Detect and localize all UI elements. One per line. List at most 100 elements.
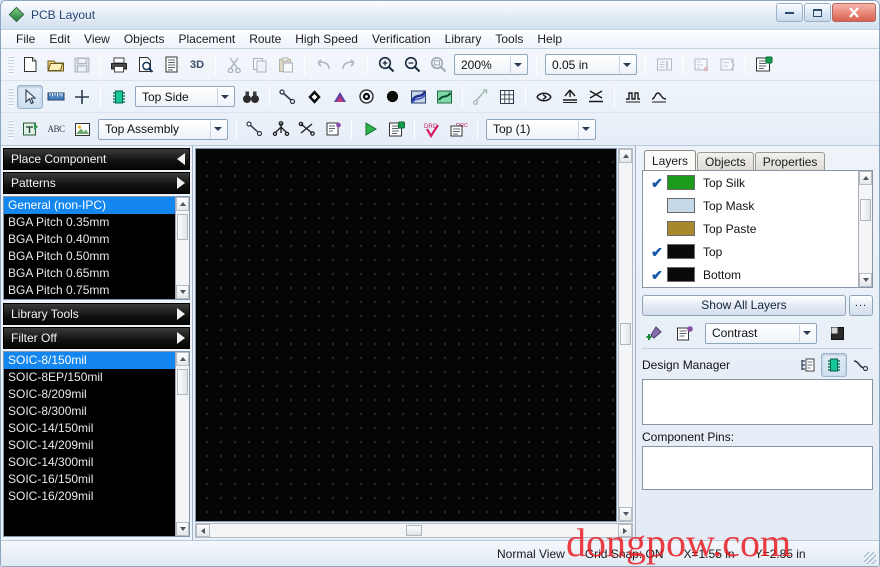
paste-button[interactable]	[273, 53, 299, 77]
net-tree-button[interactable]	[795, 353, 821, 377]
pad-tool-button[interactable]	[327, 85, 353, 109]
layers-listbox[interactable]: ✔ Top Silk Top Mask Top Paste ✔ Top ✔ Bo…	[642, 170, 873, 288]
table-row[interactable]: ✔ Bottom	[643, 263, 858, 286]
scroll-thumb[interactable]	[405, 525, 422, 536]
list-item[interactable]: SOIC-14/300mil	[4, 454, 175, 471]
expand-right-arrow-icon[interactable]	[177, 308, 185, 320]
layer-visible-checkbox[interactable]: ✔	[647, 245, 667, 259]
scroll-right-button[interactable]	[618, 524, 632, 537]
tuning-button[interactable]	[620, 85, 646, 109]
layer-color-swatch[interactable]	[667, 267, 695, 282]
delay-button[interactable]	[646, 85, 672, 109]
layer-options-button[interactable]: ...	[849, 294, 873, 316]
plane-tool-button[interactable]	[431, 85, 457, 109]
ruler-tool-button[interactable]	[43, 85, 69, 109]
layer-properties-button[interactable]	[672, 321, 698, 345]
design-rules-button[interactable]	[751, 53, 777, 77]
layers-scrollbar[interactable]	[858, 171, 872, 287]
align-button[interactable]	[557, 85, 583, 109]
layer-color-swatch[interactable]	[667, 244, 695, 259]
new-file-button[interactable]	[17, 53, 43, 77]
scroll-left-button[interactable]	[196, 524, 210, 537]
zoom-out-button[interactable]	[399, 53, 425, 77]
3d-view-button[interactable]: 3D	[184, 53, 210, 77]
add-layer-button[interactable]	[642, 321, 668, 345]
annular-ring-button[interactable]	[353, 85, 379, 109]
scroll-up-button[interactable]	[619, 149, 632, 163]
swap-button[interactable]	[583, 85, 609, 109]
pattern-listbox[interactable]: General (non-IPC) BGA Pitch 0.35mm BGA P…	[3, 196, 190, 300]
chevron-down-icon[interactable]	[619, 56, 634, 73]
list-item[interactable]: SOIC-8/300mil	[4, 403, 175, 420]
scroll-down-button[interactable]	[176, 285, 189, 299]
drc-list-button[interactable]: DRC	[446, 117, 472, 141]
list-item[interactable]: SOIC-8EP/150mil	[4, 369, 175, 386]
side-select-combo[interactable]: Top Side	[135, 86, 235, 107]
layer-color-swatch[interactable]	[667, 198, 695, 213]
patterns-header[interactable]: Patterns	[3, 172, 190, 194]
pcb-canvas[interactable]	[195, 148, 617, 522]
fanout-button[interactable]	[268, 117, 294, 141]
list-item[interactable]: BGA Pitch 0.50mm	[4, 248, 175, 265]
grid-toggle-button[interactable]	[494, 85, 520, 109]
run-drc-button[interactable]	[357, 117, 383, 141]
layer-color-swatch[interactable]	[667, 175, 695, 190]
image-button[interactable]	[69, 117, 95, 141]
trace-tool-button[interactable]	[275, 85, 301, 109]
copper-pour-button[interactable]	[405, 85, 431, 109]
place-component-header[interactable]: Place Component	[3, 148, 190, 170]
netlist-report-button[interactable]	[320, 117, 346, 141]
zoom-in-button[interactable]	[373, 53, 399, 77]
zoom-level-combo[interactable]: 200%	[454, 54, 528, 75]
component-list-scrollbar[interactable]	[175, 352, 189, 536]
print-preview-button[interactable]	[132, 53, 158, 77]
cut-button[interactable]	[221, 53, 247, 77]
select-tool-button[interactable]	[17, 84, 43, 109]
list-item[interactable]: BGA Pitch 0.35mm	[4, 214, 175, 231]
menu-library[interactable]: Library	[438, 30, 489, 48]
layer-select-combo[interactable]: Top (1)	[486, 118, 596, 140]
find-button[interactable]	[238, 85, 264, 109]
minimize-button[interactable]	[776, 3, 803, 22]
scroll-thumb[interactable]	[860, 199, 871, 221]
layer-visible-checkbox[interactable]: ✔	[647, 176, 667, 190]
trace-list-button[interactable]	[847, 353, 873, 377]
expand-right-arrow-icon[interactable]	[177, 332, 185, 344]
rats-nest-button[interactable]	[294, 117, 320, 141]
list-item[interactable]: General (non-IPC)	[4, 197, 175, 214]
drc-check-button[interactable]: DRC	[420, 117, 446, 141]
open-file-button[interactable]	[43, 53, 69, 77]
list-item[interactable]: SOIC-14/150mil	[4, 420, 175, 437]
list-item[interactable]: SOIC-16/209mil	[4, 488, 175, 505]
table-row[interactable]: Bottom Paste	[643, 286, 858, 287]
chevron-down-icon[interactable]	[210, 120, 225, 138]
pattern-list-scrollbar[interactable]	[175, 197, 189, 299]
tab-layers[interactable]: Layers	[644, 150, 697, 170]
scroll-up-button[interactable]	[176, 352, 189, 366]
table-row[interactable]: Top Paste	[643, 217, 858, 240]
netlist-button[interactable]	[714, 53, 740, 77]
list-item[interactable]: BGA Pitch 0.65mm	[4, 265, 175, 282]
menu-help[interactable]: Help	[530, 30, 569, 48]
text-button[interactable]: ABC	[43, 117, 69, 141]
menu-view[interactable]: View	[77, 30, 117, 48]
menu-tools[interactable]: Tools	[488, 30, 530, 48]
toolbar-grip[interactable]	[8, 86, 14, 107]
scroll-down-button[interactable]	[619, 507, 632, 521]
show-all-layers-button[interactable]: Show All Layers	[642, 294, 846, 316]
crosshair-tool-button[interactable]	[69, 85, 95, 109]
filter-header[interactable]: Filter Off	[3, 327, 190, 349]
chevron-down-icon[interactable]	[217, 88, 232, 105]
scroll-up-button[interactable]	[176, 197, 189, 211]
chevron-down-icon[interactable]	[510, 56, 525, 73]
auto-route-button[interactable]	[468, 85, 494, 109]
dimension-button[interactable]	[688, 53, 714, 77]
contrast-combo[interactable]: Contrast	[705, 322, 817, 344]
chevron-down-icon[interactable]	[799, 324, 814, 342]
scroll-track[interactable]	[619, 163, 632, 507]
canvas-horizontal-scrollbar[interactable]	[195, 523, 633, 538]
assembly-select-combo[interactable]: Top Assembly	[98, 118, 228, 140]
toolbar-grip[interactable]	[8, 54, 14, 75]
component-pins-listbox[interactable]	[642, 446, 873, 490]
list-item[interactable]: SOIC-8/209mil	[4, 386, 175, 403]
